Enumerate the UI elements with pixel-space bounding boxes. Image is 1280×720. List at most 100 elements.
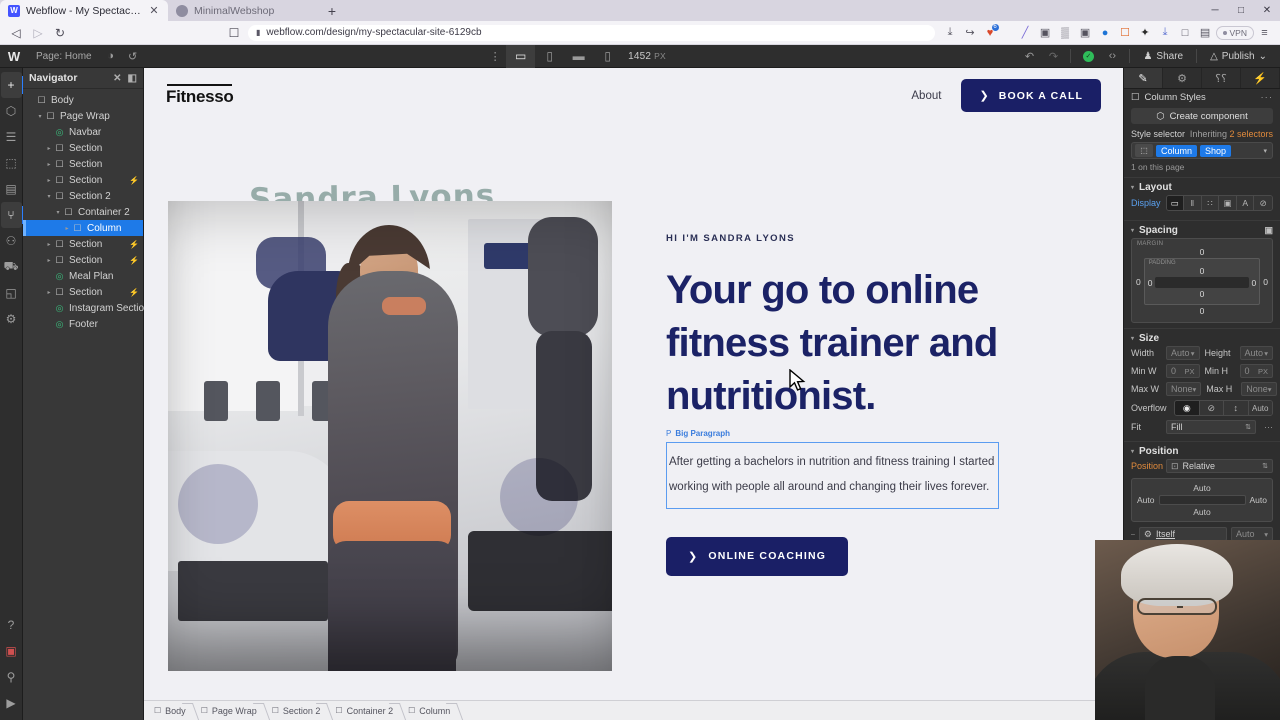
history-icon[interactable]: ↺ bbox=[122, 45, 144, 68]
new-tab-button[interactable]: + bbox=[318, 3, 346, 21]
display-option-block[interactable]: ▭ bbox=[1166, 196, 1185, 210]
disclosure-caret-icon[interactable]: ▸ bbox=[44, 177, 54, 184]
overflow-visible[interactable]: ◉ bbox=[1175, 401, 1200, 415]
chevron-down-icon[interactable]: ▾ bbox=[1263, 147, 1269, 155]
hero-paragraph[interactable]: After getting a bachelors in nutrition a… bbox=[666, 442, 999, 509]
reload-icon[interactable]: ↻ bbox=[50, 23, 70, 43]
vpn-button[interactable]: VPN bbox=[1215, 25, 1254, 40]
spacing-section-header[interactable]: ▾ Spacing ▣ bbox=[1124, 220, 1280, 236]
margin-right-value[interactable]: 0 bbox=[1263, 277, 1268, 287]
disclosure-caret-icon[interactable]: ▸ bbox=[44, 161, 54, 168]
disclosure-caret-icon[interactable]: ▸ bbox=[44, 241, 54, 248]
offset-right-value[interactable]: Auto bbox=[1250, 495, 1268, 505]
save-to-pocket-icon[interactable]: ⤓ bbox=[941, 23, 960, 42]
zindex-input[interactable]: Auto ▾ bbox=[1231, 527, 1273, 541]
components-icon[interactable]: ⬡ bbox=[1, 98, 22, 124]
ecommerce-icon[interactable]: ⛟ bbox=[1, 254, 22, 280]
padding-bottom-value[interactable]: 0 bbox=[1148, 289, 1257, 299]
maximize-button[interactable]: □ bbox=[1228, 0, 1254, 21]
audit-button[interactable]: ✓ bbox=[1077, 45, 1099, 68]
puzzle-icon[interactable]: ✦ bbox=[1136, 23, 1155, 42]
help-icon[interactable]: ? bbox=[1, 612, 22, 638]
collections-icon[interactable]: ▤ bbox=[1196, 23, 1215, 42]
disclosure-caret-icon[interactable]: ▸ bbox=[62, 225, 72, 232]
bookmark-icon[interactable]: ☐ bbox=[224, 23, 244, 43]
nav-link-about[interactable]: About bbox=[911, 90, 941, 102]
disclosure-caret-icon[interactable]: ▾ bbox=[35, 113, 45, 120]
hero-headline[interactable]: Your go to online fitness trainer and nu… bbox=[666, 264, 1066, 422]
add-elements-icon[interactable]: + bbox=[0, 72, 24, 98]
overflow-scroll[interactable]: ↕ bbox=[1224, 401, 1249, 415]
padding-left-value[interactable]: 0 bbox=[1148, 278, 1153, 288]
padding-top-value[interactable]: 0 bbox=[1148, 266, 1257, 276]
navigator-item-section[interactable]: ▸ ☐ Section bbox=[23, 140, 143, 156]
navigator-item-body[interactable]: ☐ Body bbox=[23, 92, 143, 108]
disclosure-caret-icon[interactable]: ▸ bbox=[44, 257, 54, 264]
navigator-item-column[interactable]: ▸ ☐ Column bbox=[23, 220, 143, 236]
navigator-item-section[interactable]: ▸ ☐ Section bbox=[23, 156, 143, 172]
sidebar-icon[interactable]: □ bbox=[1176, 23, 1195, 42]
navigator-item-navbar[interactable]: ◎ Navbar bbox=[23, 124, 143, 140]
more-options-icon[interactable]: ··· bbox=[1261, 92, 1274, 103]
breadcrumb-item-body[interactable]: ☐ Body bbox=[148, 701, 195, 720]
navigator-item-section[interactable]: ▸ ☐ Section ⚡ bbox=[23, 284, 143, 300]
site-logo[interactable]: Fitnesso bbox=[166, 84, 234, 107]
display-option-inline-block[interactable]: ▣ bbox=[1219, 196, 1237, 210]
inheriting-count[interactable]: 2 selectors bbox=[1229, 129, 1273, 139]
page-selector[interactable]: Page: Home bbox=[28, 51, 100, 62]
viewport-mobile-portrait[interactable]: ▯ bbox=[593, 45, 622, 68]
download-icon[interactable]: ⤓ bbox=[1156, 23, 1175, 42]
logic-icon[interactable]: ◱ bbox=[1, 280, 22, 306]
viewport-desktop[interactable]: ▭ bbox=[506, 44, 536, 68]
navigator-item-section[interactable]: ▸ ☐ Section ⚡ bbox=[23, 172, 143, 188]
width-input[interactable]: Auto ▾ bbox=[1166, 346, 1200, 360]
fit-select[interactable]: Fill ⇅ bbox=[1166, 420, 1256, 434]
close-icon[interactable]: ✕ bbox=[148, 4, 160, 17]
overflow-auto[interactable]: Auto bbox=[1248, 401, 1272, 415]
panel-toggle-icon[interactable]: ◧ bbox=[128, 73, 137, 84]
position-select[interactable]: ⊡ Relative ⇅ bbox=[1166, 459, 1273, 473]
online-coaching-button[interactable]: ❯ ONLINE COACHING bbox=[666, 536, 849, 576]
breadcrumb-item-page-wrap[interactable]: ☐ Page Wrap bbox=[195, 701, 266, 720]
grip-icon[interactable]: ⋮ bbox=[484, 45, 506, 68]
display-option-flex[interactable]: ‖ bbox=[1184, 196, 1202, 210]
disclosure-caret-icon[interactable]: ▸ bbox=[44, 289, 54, 296]
tab-effects[interactable]: ⚡ bbox=[1241, 68, 1280, 88]
webflow-logo[interactable]: W bbox=[0, 49, 28, 64]
display-option-grid[interactable]: ∷ bbox=[1201, 196, 1220, 210]
back-icon[interactable]: ◁ bbox=[6, 23, 26, 43]
fit-more-icon[interactable]: ··· bbox=[1261, 422, 1273, 432]
pen-icon[interactable]: ╱ bbox=[1016, 23, 1035, 42]
undo-icon[interactable]: ↶ bbox=[1018, 45, 1040, 68]
margin-top-value[interactable]: 0 bbox=[1136, 247, 1268, 257]
window-icon[interactable]: ▣ bbox=[1076, 23, 1095, 42]
offset-top-value[interactable]: Auto bbox=[1137, 483, 1267, 493]
size-section-header[interactable]: ▾ Size bbox=[1124, 328, 1280, 344]
breadcrumb-item-column[interactable]: ☐ Column bbox=[402, 701, 459, 720]
navigator-item-container-2[interactable]: ▾ ☐ Container 2 bbox=[23, 204, 143, 220]
breadcrumb-item-container-2[interactable]: ☐ Container 2 bbox=[329, 701, 402, 720]
forward-icon[interactable]: ▷ bbox=[28, 23, 48, 43]
book-a-call-button[interactable]: ❯ BOOK A CALL bbox=[961, 79, 1101, 112]
share-icon[interactable]: ↪ bbox=[961, 23, 980, 42]
offset-bottom-value[interactable]: Auto bbox=[1137, 507, 1267, 517]
users-icon[interactable]: ⚇ bbox=[1, 228, 22, 254]
padding-control[interactable]: PADDING 0 0 0 0 bbox=[1143, 258, 1261, 305]
disclosure-caret-icon[interactable]: ▾ bbox=[44, 193, 54, 200]
disclosure-caret-icon[interactable]: ▸ bbox=[44, 145, 54, 152]
minimize-button[interactable]: ─ bbox=[1202, 0, 1228, 21]
spacing-control[interactable]: MARGIN 0 0 PADDING 0 0 0 0 0 0 bbox=[1131, 238, 1273, 323]
viewport-tablet[interactable]: ▯ bbox=[535, 45, 564, 68]
site-preview[interactable]: Fitnesso About ❯ BOOK A CALL Sandra Lyon… bbox=[144, 68, 1123, 700]
display-option-inline[interactable]: A bbox=[1236, 196, 1255, 210]
settings-icon[interactable]: ⚙ bbox=[1, 306, 22, 332]
margin-left-value[interactable]: 0 bbox=[1136, 277, 1141, 287]
assets-icon[interactable]: ⬚ bbox=[1, 150, 22, 176]
code-icon[interactable]: ‹› bbox=[1101, 45, 1123, 68]
navigator-item-section-2[interactable]: ▾ ☐ Section 2 bbox=[23, 188, 143, 204]
tab-style[interactable]: ✎ bbox=[1124, 68, 1163, 88]
design-canvas[interactable]: Fitnesso About ❯ BOOK A CALL Sandra Lyon… bbox=[144, 68, 1123, 720]
selector-chip-shop[interactable]: Shop bbox=[1200, 144, 1232, 157]
close-window-button[interactable]: ✕ bbox=[1254, 0, 1280, 21]
navigator-item-section[interactable]: ▸ ☐ Section ⚡ bbox=[23, 236, 143, 252]
